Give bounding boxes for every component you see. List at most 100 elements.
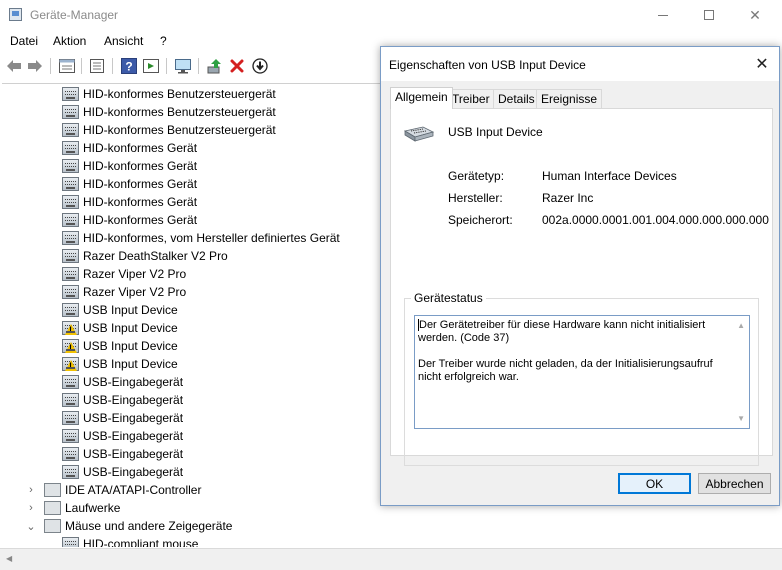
dialog-title: Eigenschaften von USB Input Device (389, 58, 586, 72)
tree-item-hid-device[interactable]: USB-Eingabegerät (62, 391, 183, 409)
toolbar-separator (81, 58, 82, 74)
device-status-textbox[interactable]: Der Gerätetreiber für diese Hardware kan… (414, 315, 750, 429)
tree-item-hid-device[interactable]: Razer DeathStalker V2 Pro (62, 247, 228, 265)
tree-item-hid-device[interactable]: USB-Eingabegerät (62, 409, 183, 427)
update-driver-icon (207, 59, 221, 74)
ok-button[interactable]: OK (618, 473, 691, 494)
tree-item-hid-device[interactable]: Razer Viper V2 Pro (62, 265, 186, 283)
scan-hardware-button[interactable] (174, 57, 192, 75)
tree-item-label: HID-konformes Gerät (83, 159, 198, 173)
tree-item-hid-device[interactable]: HID-konformes Benutzersteuergerät (62, 121, 276, 139)
tree-item-hid-device[interactable]: USB Input Device (62, 355, 178, 373)
tab-details[interactable]: Details (493, 89, 540, 108)
tree-item-label: USB-Eingabegerät (83, 447, 184, 461)
tab-treiber[interactable]: Treiber (447, 89, 495, 108)
disk-drive-icon (44, 501, 61, 515)
tree-item-hid-device[interactable]: HID-konformes Gerät (62, 193, 197, 211)
tree-item-label: HID-compliant mouse (83, 537, 199, 547)
disable-device-button[interactable] (251, 57, 269, 75)
tree-item-label: USB Input Device (83, 339, 178, 353)
menu-help[interactable]: ? (160, 34, 167, 48)
hid-device-icon (62, 195, 79, 209)
hid-device-icon (62, 321, 79, 335)
help-icon: ? (121, 58, 137, 74)
hid-device-icon (403, 126, 435, 142)
update-driver-button[interactable] (206, 57, 224, 75)
menu-aktion[interactable]: Aktion (53, 34, 86, 48)
tree-item-hid-device[interactable]: HID-konformes Gerät (62, 175, 197, 193)
tree-item-hid-device[interactable]: HID-konformes Gerät (62, 211, 197, 229)
horizontal-scrollbar[interactable]: ◀ (0, 548, 782, 570)
status-line-1: Der Gerätetreiber für diese Hardware kan… (418, 319, 706, 344)
hid-device-icon (62, 159, 79, 173)
location-label: Speicherort: (448, 213, 513, 227)
minimize-button[interactable] (640, 0, 686, 30)
tree-item-hid-device[interactable]: HID-konformes Benutzersteuergerät (62, 85, 276, 103)
help-button[interactable]: ? (120, 57, 138, 75)
tree-item-label: IDE ATA/ATAPI-Controller (65, 483, 202, 497)
warning-icon (65, 324, 77, 335)
toolbar-separator (112, 58, 113, 74)
close-icon: ✕ (749, 6, 761, 23)
tree-item-label: USB Input Device (83, 303, 178, 317)
tab-ereignisse[interactable]: Ereignisse (536, 89, 603, 108)
properties-grid-button[interactable] (58, 57, 76, 75)
scroll-up-icon[interactable]: ▲ (737, 319, 745, 332)
chevron-right-icon[interactable]: › (26, 484, 36, 496)
hid-device-icon (62, 249, 79, 263)
tree-item-hid-device[interactable]: USB-Eingabegerät (62, 427, 183, 445)
mouse-device-icon (62, 537, 79, 547)
tree-item-mouse[interactable]: HID-compliant mouse (62, 535, 198, 547)
tree-item-hid-device[interactable]: USB Input Device (62, 337, 178, 355)
maximize-button[interactable] (686, 0, 732, 30)
hid-device-icon (62, 375, 79, 389)
properties-dialog: Eigenschaften von USB Input Device ✕ All… (380, 46, 780, 506)
tree-item-hid-device[interactable]: HID-konformes Benutzersteuergerät (62, 103, 276, 121)
tree-item-label: USB-Eingabegerät (83, 465, 184, 479)
chevron-down-icon[interactable]: ⌄ (26, 520, 36, 533)
driver-details-button[interactable] (88, 57, 106, 75)
tree-category[interactable]: › Laufwerke (29, 499, 120, 517)
tree-item-hid-device[interactable]: USB-Eingabegerät (62, 445, 183, 463)
properties-grid-icon (59, 59, 75, 73)
tree-item-hid-device[interactable]: HID-konformes Gerät (62, 157, 197, 175)
show-hidden-icon (143, 59, 159, 73)
toolbar-separator (50, 58, 51, 74)
tree-item-hid-device[interactable]: USB-Eingabegerät (62, 373, 183, 391)
back-button[interactable] (5, 57, 23, 75)
uninstall-button[interactable] (228, 57, 246, 75)
forward-icon (28, 60, 42, 72)
tree-item-label: USB-Eingabegerät (83, 393, 184, 407)
close-button[interactable]: ✕ (732, 0, 778, 30)
tree-item-hid-device[interactable]: HID-konformes, vom Hersteller definierte… (62, 229, 340, 247)
show-hidden-button[interactable] (142, 57, 160, 75)
cancel-button[interactable]: Abbrechen (698, 473, 771, 494)
tree-category[interactable]: ⌄ Mäuse und andere Zeigegeräte (26, 517, 232, 535)
toolbar-separator (198, 58, 199, 74)
status-line-2: Der Treiber wurde nicht geladen, da der … (418, 358, 713, 383)
forward-button[interactable] (26, 57, 44, 75)
hid-device-icon (62, 285, 79, 299)
tree-item-hid-device[interactable]: USB-Eingabegerät (62, 463, 183, 481)
menu-datei[interactable]: Datei (10, 34, 38, 48)
general-tab-panel: USB Input Device Gerätetyp: Human Interf… (390, 108, 773, 466)
menu-ansicht[interactable]: Ansicht (104, 34, 143, 48)
tree-item-hid-device[interactable]: HID-konformes Gerät (62, 139, 197, 157)
svg-text:?: ? (125, 60, 132, 74)
tree-item-hid-device[interactable]: USB Input Device (62, 301, 178, 319)
hid-device-icon (62, 447, 79, 461)
dialog-close-button[interactable]: ✕ (745, 47, 779, 81)
scroll-left-icon[interactable]: ◀ (6, 554, 12, 563)
tab-allgemein[interactable]: Allgemein (390, 87, 453, 109)
ide-controller-icon (44, 483, 61, 497)
tree-item-hid-device[interactable]: Razer Viper V2 Pro (62, 283, 186, 301)
device-name: USB Input Device (448, 125, 543, 139)
toolbar-separator (166, 58, 167, 74)
tree-item-hid-device[interactable]: USB Input Device (62, 319, 178, 337)
tree-item-label: USB-Eingabegerät (83, 429, 184, 443)
tree-category[interactable]: › IDE ATA/ATAPI-Controller (29, 481, 202, 499)
warning-icon (65, 342, 77, 353)
chevron-right-icon[interactable]: › (26, 502, 36, 514)
scroll-down-icon[interactable]: ▼ (737, 412, 745, 425)
hid-device-icon (62, 141, 79, 155)
